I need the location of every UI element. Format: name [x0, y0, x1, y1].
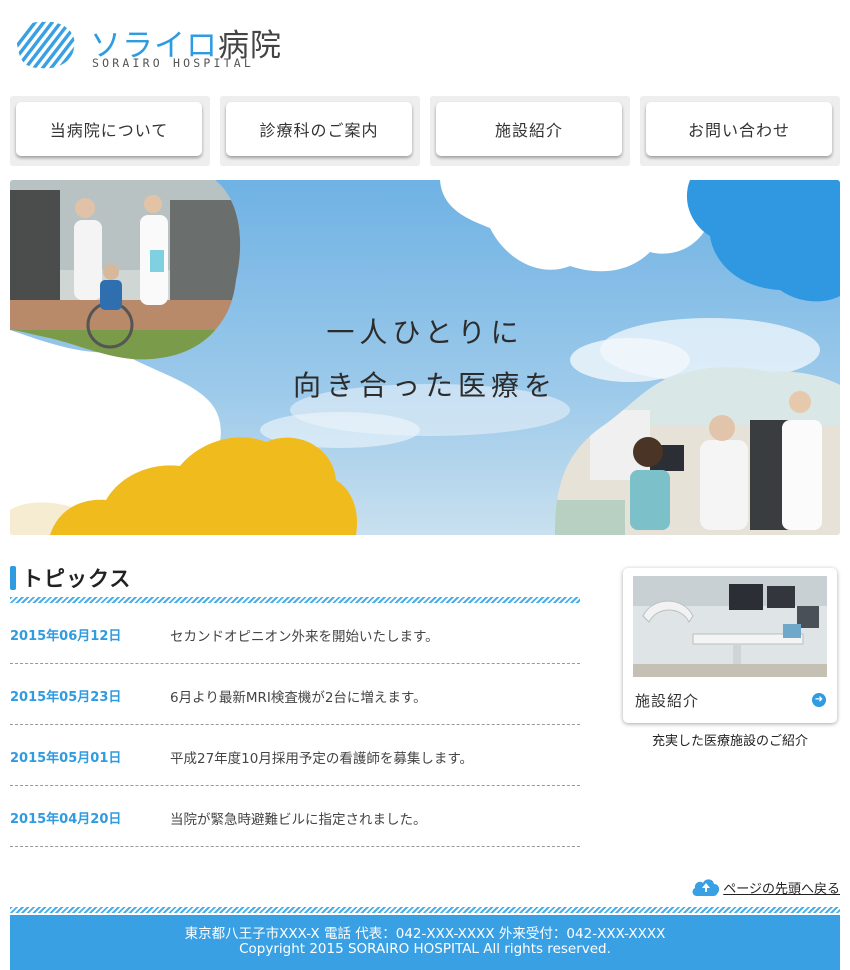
topics-section: トピックス 2015年06月12日 セカンドオピニオン外来を開始いたします。 2…: [10, 563, 580, 847]
site-footer: 東京都八王子市XXX-X 電話 代表：042-XXX-XXXX 外来受付：042…: [10, 915, 840, 970]
topic-item[interactable]: 2015年05月23日 6月より最新MRI検査機が2台に増えます。: [10, 664, 580, 725]
nav-item-about[interactable]: 当病院について: [16, 102, 202, 156]
hero-tagline-line2: 向き合った医療を: [292, 369, 557, 402]
topics-accent-bar: [10, 566, 16, 590]
cloud-up-arrow-icon: [692, 879, 720, 896]
topic-text[interactable]: セカンドオピニオン外来を開始いたします。: [170, 625, 439, 645]
facility-card-caption: 充実した医療施設のご紹介: [651, 734, 808, 749]
topic-item[interactable]: 2015年05月01日 平成27年度10月採用予定の看護師を募集します。: [10, 725, 580, 786]
back-to-top-label[interactable]: ページの先頭へ戻る: [723, 878, 840, 897]
hero-tagline: 一人ひとりに 向き合った医療を: [10, 306, 840, 412]
nav-cell: お問い合わせ: [640, 96, 840, 166]
logo-subtitle: SORAIRO HOSPITAL: [92, 56, 254, 70]
topics-header: トピックス: [10, 563, 580, 597]
facility-photo: [633, 576, 827, 677]
back-to-top-link[interactable]: ページの先頭へ戻る: [691, 876, 840, 898]
striped-circle-logo-icon: [16, 21, 75, 69]
global-nav: 当病院について 診療科のご案内 施設紹介 お問い合わせ: [10, 96, 840, 166]
topic-date: 2015年05月01日: [10, 751, 122, 766]
topic-text[interactable]: 6月より最新MRI検査機が2台に増えます。: [170, 686, 427, 706]
nav-item-departments[interactable]: 診療科のご案内: [226, 102, 412, 156]
facility-card-label: 施設紹介: [635, 692, 700, 710]
topics-title: トピックス: [22, 567, 132, 591]
nav-cell: 診療科のご案内: [220, 96, 420, 166]
footer-copyright: Copyright 2015 SORAIRO HOSPITAL All righ…: [239, 941, 611, 957]
topic-text[interactable]: 当院が緊急時避難ビルに指定されました。: [170, 808, 427, 828]
topic-date: 2015年04月20日: [10, 812, 122, 827]
hero-banner: 一人ひとりに 向き合った医療を: [10, 180, 840, 535]
nav-cell: 当病院について: [10, 96, 210, 166]
arrow-right-icon: ➜: [812, 693, 826, 707]
topic-date: 2015年06月12日: [10, 629, 122, 644]
facility-card[interactable]: 施設紹介 ➜: [623, 568, 837, 723]
topic-item[interactable]: 2015年04月20日 当院が緊急時避難ビルに指定されました。: [10, 786, 580, 847]
footer-divider: [10, 907, 840, 913]
topic-date: 2015年05月23日: [10, 690, 122, 705]
footer-address: 東京都八王子市XXX-X 電話 代表：042-XXX-XXXX 外来受付：042…: [184, 926, 666, 942]
topic-text[interactable]: 平成27年度10月採用予定の看護師を募集します。: [170, 747, 473, 767]
hero-tagline-line1: 一人ひとりに: [326, 316, 524, 349]
nav-cell: 施設紹介: [430, 96, 630, 166]
topic-item[interactable]: 2015年06月12日 セカンドオピニオン外来を開始いたします。: [10, 603, 580, 664]
site-logo[interactable]: ソライロ病院 SORAIRO HOSPITAL: [10, 16, 281, 74]
nav-item-contact[interactable]: お問い合わせ: [646, 102, 832, 156]
nav-item-facilities[interactable]: 施設紹介: [436, 102, 622, 156]
